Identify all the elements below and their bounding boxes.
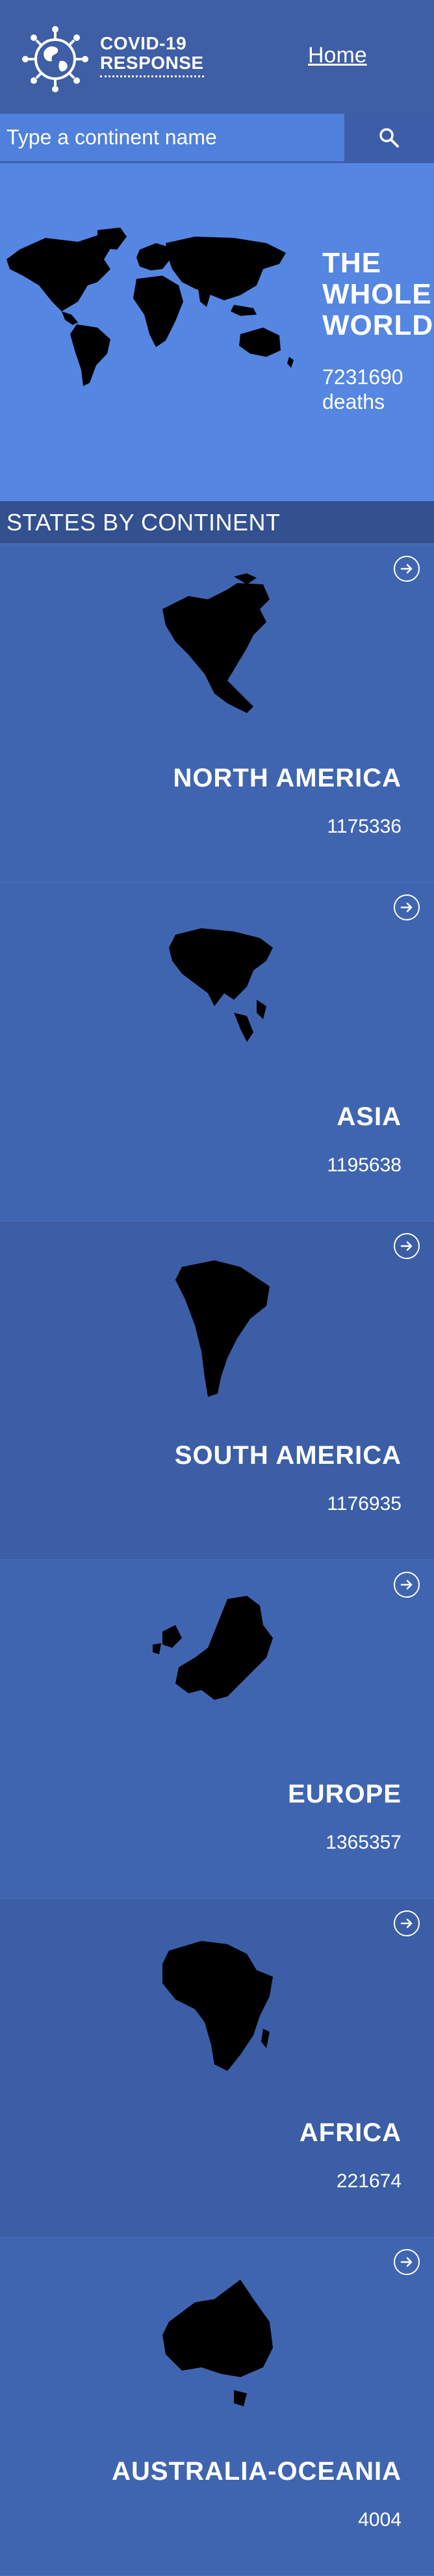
arrow-right-icon[interactable] bbox=[394, 1233, 420, 1259]
world-deaths-label: deaths bbox=[322, 390, 385, 413]
brand-line-2: RESPONSE bbox=[100, 53, 204, 77]
world-deaths-count: 7231690 bbox=[322, 365, 403, 389]
continent-card-australia-oceania[interactable]: AUSTRALIA-OCEANIA 4004 bbox=[0, 2237, 434, 2576]
continent-card-north-america[interactable]: NORTH AMERICA 1175336 bbox=[0, 544, 434, 883]
continent-name: NORTH AMERICA bbox=[173, 764, 402, 792]
world-summary-card[interactable]: THE WHOLE WORLD 7231690 deaths bbox=[0, 163, 434, 501]
continent-card-south-america[interactable]: SOUTH AMERICA 1176935 bbox=[0, 1221, 434, 1560]
arrow-right-icon[interactable] bbox=[394, 2249, 420, 2275]
europe-map-icon bbox=[153, 1596, 273, 1700]
continent-card-asia[interactable]: ASIA 1195638 bbox=[0, 883, 434, 1221]
virus-globe-icon bbox=[22, 26, 88, 92]
arrow-right-icon[interactable] bbox=[394, 556, 420, 582]
north-america-map-icon bbox=[162, 573, 270, 713]
search-button[interactable] bbox=[344, 114, 434, 161]
world-title: THE WHOLE WORLD bbox=[322, 248, 433, 341]
search-bar bbox=[0, 114, 434, 161]
world-title-line-3: WORLD bbox=[322, 309, 434, 341]
continent-name: AUSTRALIA-OCEANIA bbox=[112, 2457, 402, 2486]
south-america-map-icon bbox=[175, 1260, 270, 1397]
asia-map-icon bbox=[169, 928, 273, 1042]
continent-count: 1365357 bbox=[326, 1832, 402, 1853]
world-title-line-2: WHOLE bbox=[322, 278, 432, 310]
arrow-right-icon[interactable] bbox=[394, 1910, 420, 1936]
search-icon bbox=[379, 127, 399, 148]
continent-card-europe[interactable]: EUROPE 1365357 bbox=[0, 1560, 434, 1899]
brand-line-1: COVID-19 bbox=[100, 33, 187, 53]
arrow-right-icon[interactable] bbox=[394, 894, 420, 920]
world-map-icon bbox=[6, 228, 294, 386]
section-title: STATES BY CONTINENT bbox=[0, 501, 434, 544]
app-header: COVID-19 RESPONSE Home bbox=[0, 0, 434, 114]
search-input[interactable] bbox=[0, 114, 344, 161]
arrow-right-icon[interactable] bbox=[394, 1572, 420, 1598]
continent-name: SOUTH AMERICA bbox=[174, 1441, 402, 1470]
brand-name: COVID-19 RESPONSE bbox=[100, 34, 204, 77]
continent-count: 1175336 bbox=[327, 816, 402, 837]
continent-name: EUROPE bbox=[288, 1780, 402, 1808]
continent-name: AFRICA bbox=[299, 2118, 402, 2147]
world-title-line-1: THE bbox=[322, 247, 381, 279]
home-link[interactable]: Home bbox=[308, 43, 367, 68]
continent-count: 1195638 bbox=[327, 1154, 402, 1176]
continent-count: 4004 bbox=[358, 2509, 402, 2530]
continent-name: ASIA bbox=[337, 1102, 402, 1131]
continent-count: 1176935 bbox=[327, 1493, 402, 1515]
continent-count: 221674 bbox=[336, 2170, 402, 2192]
world-deaths: 7231690 deaths bbox=[322, 365, 403, 414]
continent-card-africa[interactable]: AFRICA 221674 bbox=[0, 1899, 434, 2237]
australia-map-icon bbox=[162, 2280, 273, 2406]
africa-map-icon bbox=[162, 1941, 273, 2071]
